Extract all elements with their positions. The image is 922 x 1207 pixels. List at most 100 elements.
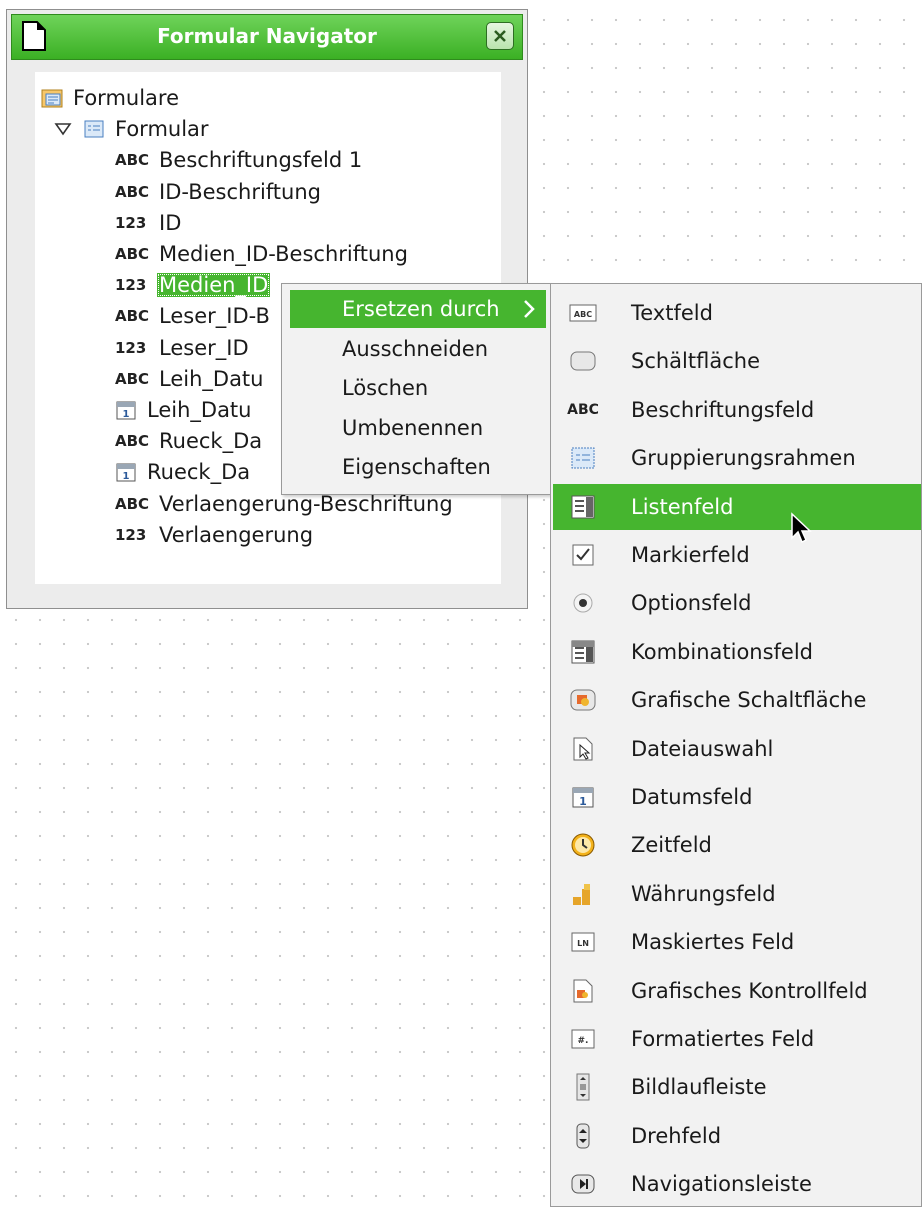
tree-item-label: ID-Beschriftung [159,179,321,204]
tree-item[interactable]: ABC Rueck_Da [115,425,264,457]
submenu-item-label: Dateiauswahl [631,736,774,761]
tree-item[interactable]: 1 Leih_Datu [115,394,253,426]
submenu-item[interactable]: Grafische Schaltfläche [553,677,921,723]
tree-item[interactable]: 123 Leser_ID [115,332,251,364]
context-menu-item[interactable]: Löschen [290,369,546,407]
mouse-pointer-icon [791,512,812,544]
tree-item-label: Medien_ID [157,273,271,298]
tree-item-label: Rueck_Da [159,429,263,454]
replace-with-submenu: ABC Textfeld Schältfläche ABC Beschriftungsf… [550,283,922,1207]
navigator-title: Formular Navigator [157,24,377,48]
submenu-item[interactable]: #. Formatiertes Feld [553,1016,921,1062]
svg-text:1: 1 [579,795,587,808]
tree-item-label: Leser_ID-B [159,304,270,329]
submenu-item-label: Beschriftungsfeld [631,397,815,422]
submenu-item[interactable]: Optionsfeld [553,580,921,626]
context-menu-item-label: Löschen [342,376,429,400]
submenu-item-label: Gruppierungsrahmen [631,446,856,471]
submenu-item-label: Kombinationsfeld [631,639,814,664]
numeric-field-icon: 123 [115,276,147,295]
tree-item-label: Formulare [73,86,180,110]
label-field-icon: ABC [115,432,150,451]
tree-item[interactable]: 123 Medien_ID [115,269,271,301]
submenu-item[interactable]: Zeitfeld [553,822,921,868]
tree-item-label: Leih_Datu [159,366,264,391]
tree-item[interactable]: 123 ID [115,207,183,239]
forms-folder-icon [41,89,63,108]
label-field-icon: ABC [115,182,150,201]
submenu-item[interactable]: Gruppierungsrahmen [553,435,921,481]
tree-item[interactable]: ABC ID-Beschriftung [115,176,323,208]
submenu-item[interactable]: 1 Datumsfeld [553,774,921,820]
label-field-icon: ABC [115,245,150,263]
submenu-item[interactable]: Kombinationsfeld [553,629,921,675]
submenu-item[interactable]: Bildlaufleiste [553,1064,921,1110]
submenu-item-label: Navigationsleiste [631,1172,812,1197]
tree-item-label: Leih_Datu [147,398,252,422]
tree-item[interactable]: ABC Medien_ID-Beschriftung [115,238,410,270]
submenu-item-label: Listenfeld [631,494,734,519]
group-box-icon [569,444,597,472]
submenu-item-label: Zeitfeld [631,833,712,858]
navigator-titlebar[interactable]: Formular Navigator [11,14,523,60]
submenu-item[interactable]: Schältfläche [553,338,921,384]
tree-item[interactable]: ABC Leih_Datu [115,363,265,395]
submenu-item-label: Formatiertes Feld [631,1027,815,1051]
submenu-item[interactable]: Listenfeld [553,483,921,530]
tree-item-label: Rueck_Da [147,460,251,485]
submenu-item-label: Währungsfeld [631,881,776,906]
context-menu-item[interactable]: Ausschneiden [290,330,546,368]
submenu-item-label: Maskiertes Feld [631,930,795,955]
submenu-item[interactable]: Grafisches Kontrollfeld [553,968,921,1014]
expand-triangle-icon[interactable] [53,121,73,137]
label-field-icon: ABC [115,307,150,326]
label-field-icon: ABC [115,151,150,170]
date-field-icon: 1 [569,783,597,811]
context-menu-item[interactable]: Eigenschaften [290,448,546,486]
submenu-item-label: Datumsfeld [631,785,753,809]
label-field-icon: ABC [567,401,599,418]
image-control-icon [569,977,597,1005]
label-field-icon: ABC [115,494,150,513]
close-icon[interactable] [486,22,514,50]
submenu-item[interactable]: Markierfeld [553,532,921,578]
submenu-item[interactable]: ABC Beschriftungsfeld [553,387,921,433]
context-menu-item[interactable]: Ersetzen durch [290,290,546,328]
context-menu-item-label: Ausschneiden [342,336,489,361]
submenu-item[interactable]: Drehfeld [553,1113,921,1159]
numeric-field-icon: 123 [115,213,147,232]
listbox-icon [569,493,597,521]
tree-item[interactable]: 1 Rueck_Da [115,456,252,488]
submenu-item[interactable]: ABC Textfeld [553,290,921,336]
tree-item[interactable]: 123 Verlaengerung [115,519,315,551]
date-icon: 1 [116,401,136,420]
submenu-item[interactable]: Navigationsleiste [553,1161,921,1207]
svg-text:1: 1 [123,409,130,420]
numeric-field-icon: 123 [115,525,147,544]
submenu-item-label: Drehfeld [631,1123,722,1148]
context-menu-item-label: Eigenschaften [342,455,491,479]
submenu-item-label: Bildlaufleiste [631,1075,767,1100]
tree-item-label: ID [159,210,182,235]
svg-text:#.: #. [578,1036,589,1046]
context-menu-item-label: Ersetzen durch [342,297,500,321]
date-icon: 1 [116,463,136,482]
tree-item[interactable]: ABC Beschriftungsfeld 1 [115,144,364,176]
tree-item[interactable]: Formular [53,113,211,145]
file-selection-icon [569,735,597,763]
submenu-item[interactable]: LN Maskiertes Feld [553,919,921,965]
submenu-item[interactable]: Dateiauswahl [553,726,921,772]
submenu-item-label: Grafische Schaltfläche [631,688,867,713]
tree-item[interactable]: Formulare [41,82,181,114]
submenu-item-label: Textfeld [631,301,713,325]
tree-item[interactable]: ABC Leser_ID-B [115,300,272,332]
context-menu-item[interactable]: Umbenennen [290,409,546,447]
submenu-item-label: Markierfeld [631,543,750,567]
submenu-item-label: Optionsfeld [631,591,752,616]
tree-item-label: Formular [115,117,209,142]
tree-item-label: Medien_ID-Beschriftung [159,242,408,266]
svg-text:1: 1 [123,471,130,482]
submenu-item[interactable]: Währungsfeld [553,871,921,917]
navigation-bar-icon [569,1170,597,1198]
textbox-icon: ABC [569,299,597,327]
